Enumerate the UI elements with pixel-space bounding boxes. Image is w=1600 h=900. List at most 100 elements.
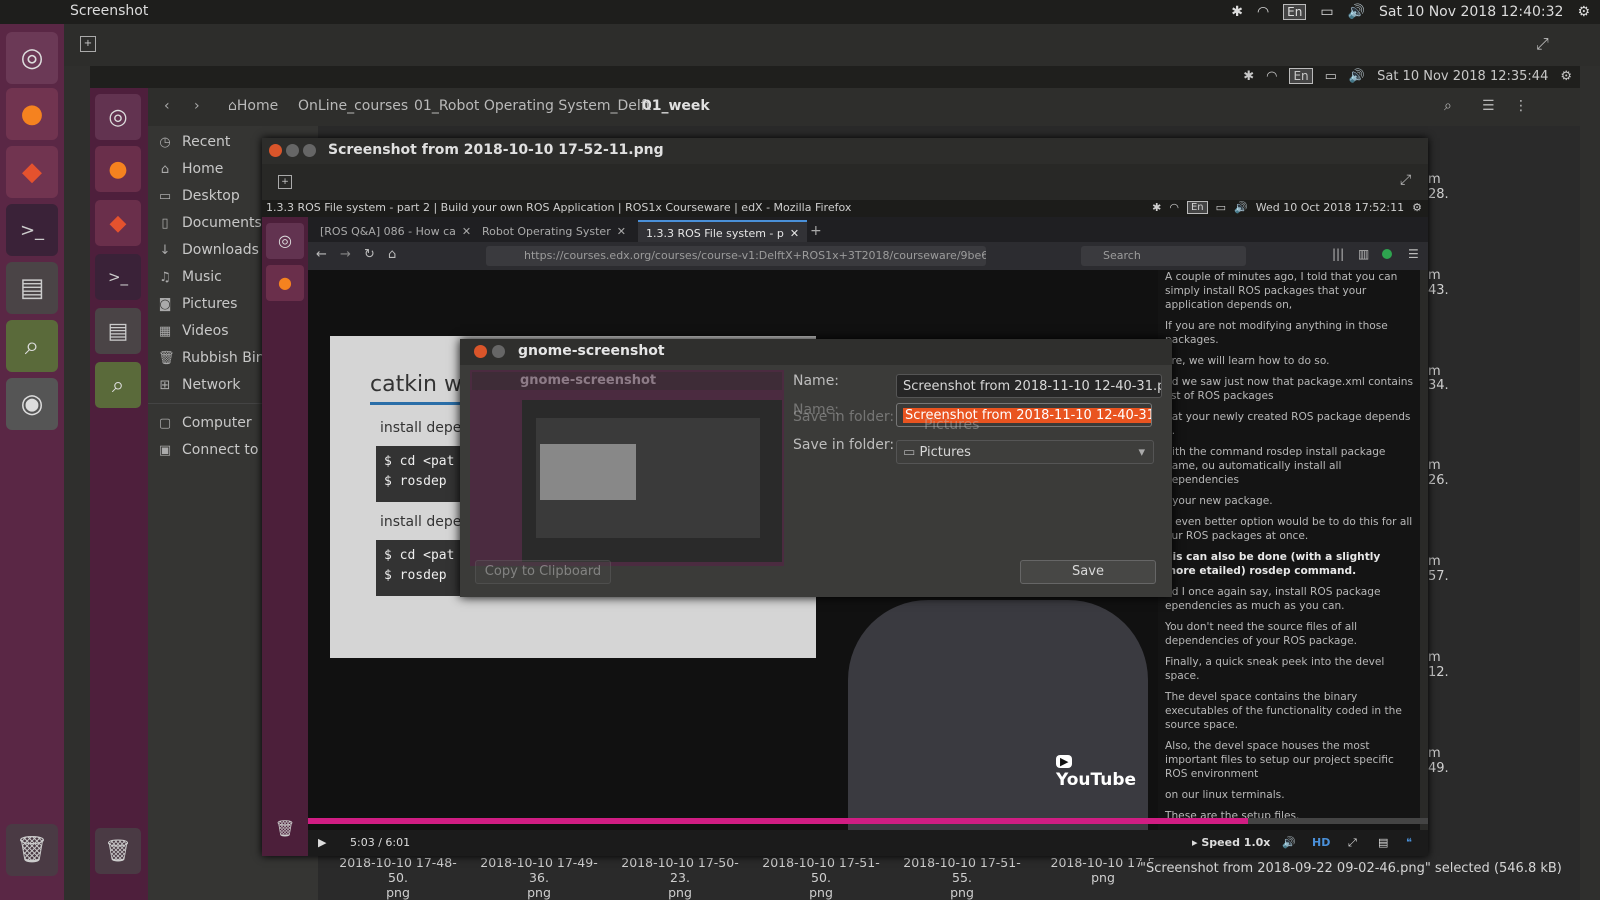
close-icon[interactable]: [474, 345, 487, 358]
transcript-icon[interactable]: ❝: [1406, 836, 1412, 849]
close-icon[interactable]: ✕: [790, 227, 799, 240]
transcript-line[interactable]: n even better option would be to do this…: [1165, 515, 1414, 543]
add-icon[interactable]: +: [80, 36, 96, 52]
bluetooth-icon[interactable]: ✱: [1231, 4, 1243, 20]
transcript-line[interactable]: hat your newly created ROS package depen…: [1165, 410, 1414, 438]
search-icon[interactable]: ⌕: [1444, 98, 1452, 114]
gear-icon[interactable]: ⚙: [1577, 4, 1590, 20]
minimize-icon[interactable]: [286, 144, 299, 157]
reload-icon[interactable]: ↻: [364, 247, 375, 262]
youtube-logo[interactable]: ▶ YouTube: [1056, 750, 1158, 790]
sidebar-item-music[interactable]: ♫ Music: [158, 269, 222, 285]
search-input[interactable]: Search: [1081, 246, 1246, 266]
files-icon[interactable]: ▤: [6, 262, 58, 314]
fullscreen-icon[interactable]: ⤢: [1400, 172, 1411, 188]
transcript-line[interactable]: nd I once again say, install ROS package…: [1165, 585, 1414, 613]
brave-icon[interactable]: ◆: [6, 146, 58, 198]
screenshot-preview: gnome-screenshot: [470, 370, 784, 566]
transcript-line[interactable]: You don't need the source files of all d…: [1165, 620, 1414, 648]
breadcrumb-home[interactable]: ⌂Home: [228, 98, 278, 114]
transcript-line[interactable]: Finally, a quick sneak peek into the dev…: [1165, 655, 1414, 683]
transcript-line[interactable]: Also, the devel space houses the most im…: [1165, 739, 1414, 781]
transcript-line[interactable]: A couple of minutes ago, I told that you…: [1165, 270, 1414, 312]
sidebar-item-documents[interactable]: ▯ Documents: [158, 215, 261, 231]
url-input[interactable]: https://courses.edx.org/courses/course-v…: [486, 246, 986, 266]
sidebar-item-downloads[interactable]: ↓ Downloads: [158, 242, 259, 258]
forward-icon[interactable]: ›: [194, 98, 200, 114]
menu-icon[interactable]: ⋮: [1514, 98, 1528, 114]
name-label: Name:: [793, 373, 840, 389]
minimize-icon[interactable]: [492, 345, 505, 358]
image-viewer-toolbar: + ⤢: [262, 164, 1428, 200]
transcript-line[interactable]: Vith the command rosdep install package …: [1165, 445, 1414, 487]
hd-toggle[interactable]: HD: [1312, 836, 1330, 849]
maximize-icon[interactable]: [303, 144, 316, 157]
tab-ros-file-system[interactable]: 1.3.3 ROS File system - p ✕: [638, 220, 808, 244]
add-icon[interactable]: +: [278, 175, 292, 189]
clock[interactable]: Sat 10 Nov 2018 12:40:32: [1379, 4, 1563, 20]
breadcrumb-online-courses[interactable]: OnLine_courses: [298, 98, 408, 114]
keyboard-layout[interactable]: En: [1283, 4, 1307, 20]
transcript-line[interactable]: on our linux terminals.: [1165, 788, 1414, 802]
server-icon: ▣: [158, 442, 172, 458]
fullscreen-icon[interactable]: ⤢: [1536, 34, 1549, 54]
tab-robot-os[interactable]: Robot Operating Syster ✕: [474, 220, 634, 242]
close-icon[interactable]: [269, 144, 282, 157]
breadcrumb-week[interactable]: 01_week: [642, 98, 710, 114]
sidebar-item-rubbish-bin[interactable]: 🗑 Rubbish Bin: [158, 350, 265, 366]
save-button[interactable]: Save: [1020, 560, 1156, 584]
trash-icon[interactable]: 🗑: [6, 824, 58, 876]
speed-control[interactable]: ▸ Speed 1.0x: [1192, 836, 1270, 849]
copy-to-clipboard-button[interactable]: Copy to Clipboard: [475, 560, 611, 584]
forward-icon[interactable]: →: [340, 247, 351, 262]
sidebar-item-computer[interactable]: ▢ Computer: [158, 415, 252, 431]
back-icon[interactable]: ←: [316, 247, 327, 262]
file-item[interactable]: 2018-10-10 17-48-50. png: [333, 855, 463, 900]
menu-icon[interactable]: ☰: [1408, 247, 1419, 261]
transcript-line[interactable]: his can also be done (with a slightly mo…: [1165, 550, 1414, 578]
fullscreen-icon[interactable]: ⤢: [1348, 836, 1357, 850]
file-item[interactable]: 2018-10-10 17-49-36. png: [474, 855, 604, 900]
list-view-icon[interactable]: ☰: [1482, 98, 1495, 114]
firefox-icon[interactable]: ●: [6, 88, 58, 140]
sidebar-item-desktop[interactable]: ▭ Desktop: [158, 188, 240, 204]
transcript-line[interactable]: If you are not modifying anything in tho…: [1165, 319, 1414, 347]
battery-icon[interactable]: ▭: [1320, 4, 1333, 20]
image-viewer-icon: ⌕: [95, 362, 141, 408]
close-icon[interactable]: ✕: [617, 225, 626, 238]
close-icon[interactable]: ✕: [462, 225, 471, 238]
home-icon[interactable]: ⌂: [388, 247, 396, 262]
library-icon[interactable]: |||: [1332, 247, 1344, 261]
tab-ros-qa[interactable]: [ROS Q&A] 086 - How ca ✕: [312, 220, 479, 242]
volume-icon[interactable]: 🔊: [1282, 836, 1296, 849]
sidebar-item-connect-server[interactable]: ▣ Connect to S: [158, 442, 272, 458]
play-icon[interactable]: ▶: [318, 836, 326, 849]
terminal-icon[interactable]: >_: [6, 204, 58, 256]
sidebar-icon[interactable]: ▥: [1358, 247, 1369, 261]
folder-select[interactable]: ▭ Pictures ▾: [896, 440, 1154, 464]
ubuntu-dash-icon[interactable]: ◎: [6, 32, 58, 84]
transcript-line[interactable]: nd we saw just now that package.xml cont…: [1165, 375, 1414, 403]
progress-track[interactable]: [308, 818, 1428, 824]
sidebar-item-pictures[interactable]: ◙ Pictures: [158, 296, 238, 312]
captions-icon[interactable]: ▤: [1378, 836, 1388, 849]
back-icon[interactable]: ‹: [164, 98, 170, 114]
sidebar-item-home[interactable]: ⌂ Home: [158, 161, 223, 177]
sidebar-item-videos[interactable]: ▦ Videos: [158, 323, 229, 339]
image-viewer-icon[interactable]: ⌕: [6, 320, 58, 372]
file-item[interactable]: 2018-10-10 17-51-55. png: [897, 855, 1027, 900]
wifi-icon[interactable]: ◠: [1257, 4, 1269, 20]
volume-icon[interactable]: 🔊: [1348, 4, 1365, 20]
screenshot-icon[interactable]: ◉: [6, 378, 58, 430]
filename-input[interactable]: Screenshot from 2018-11-10 12-40-31.p: [896, 374, 1162, 398]
breadcrumb-robot-os[interactable]: 01_Robot Operating System_Delft: [414, 98, 651, 114]
sidebar-item-recent[interactable]: ◷ Recent: [158, 134, 230, 150]
transcript-line[interactable]: The devel space contains the binary exec…: [1165, 690, 1414, 732]
transcript-line[interactable]: ere, we will learn how to do so.: [1165, 354, 1414, 368]
file-item[interactable]: 2018-10-10 17-51-50. png: [756, 855, 886, 900]
sidebar-item-network[interactable]: ⊞ Network: [158, 377, 241, 393]
new-tab-icon[interactable]: +: [802, 220, 830, 242]
extension-icon[interactable]: [1382, 249, 1392, 259]
file-item[interactable]: 2018-10-10 17-50-23. png: [615, 855, 745, 900]
transcript-line[interactable]: f your new package.: [1165, 494, 1414, 508]
